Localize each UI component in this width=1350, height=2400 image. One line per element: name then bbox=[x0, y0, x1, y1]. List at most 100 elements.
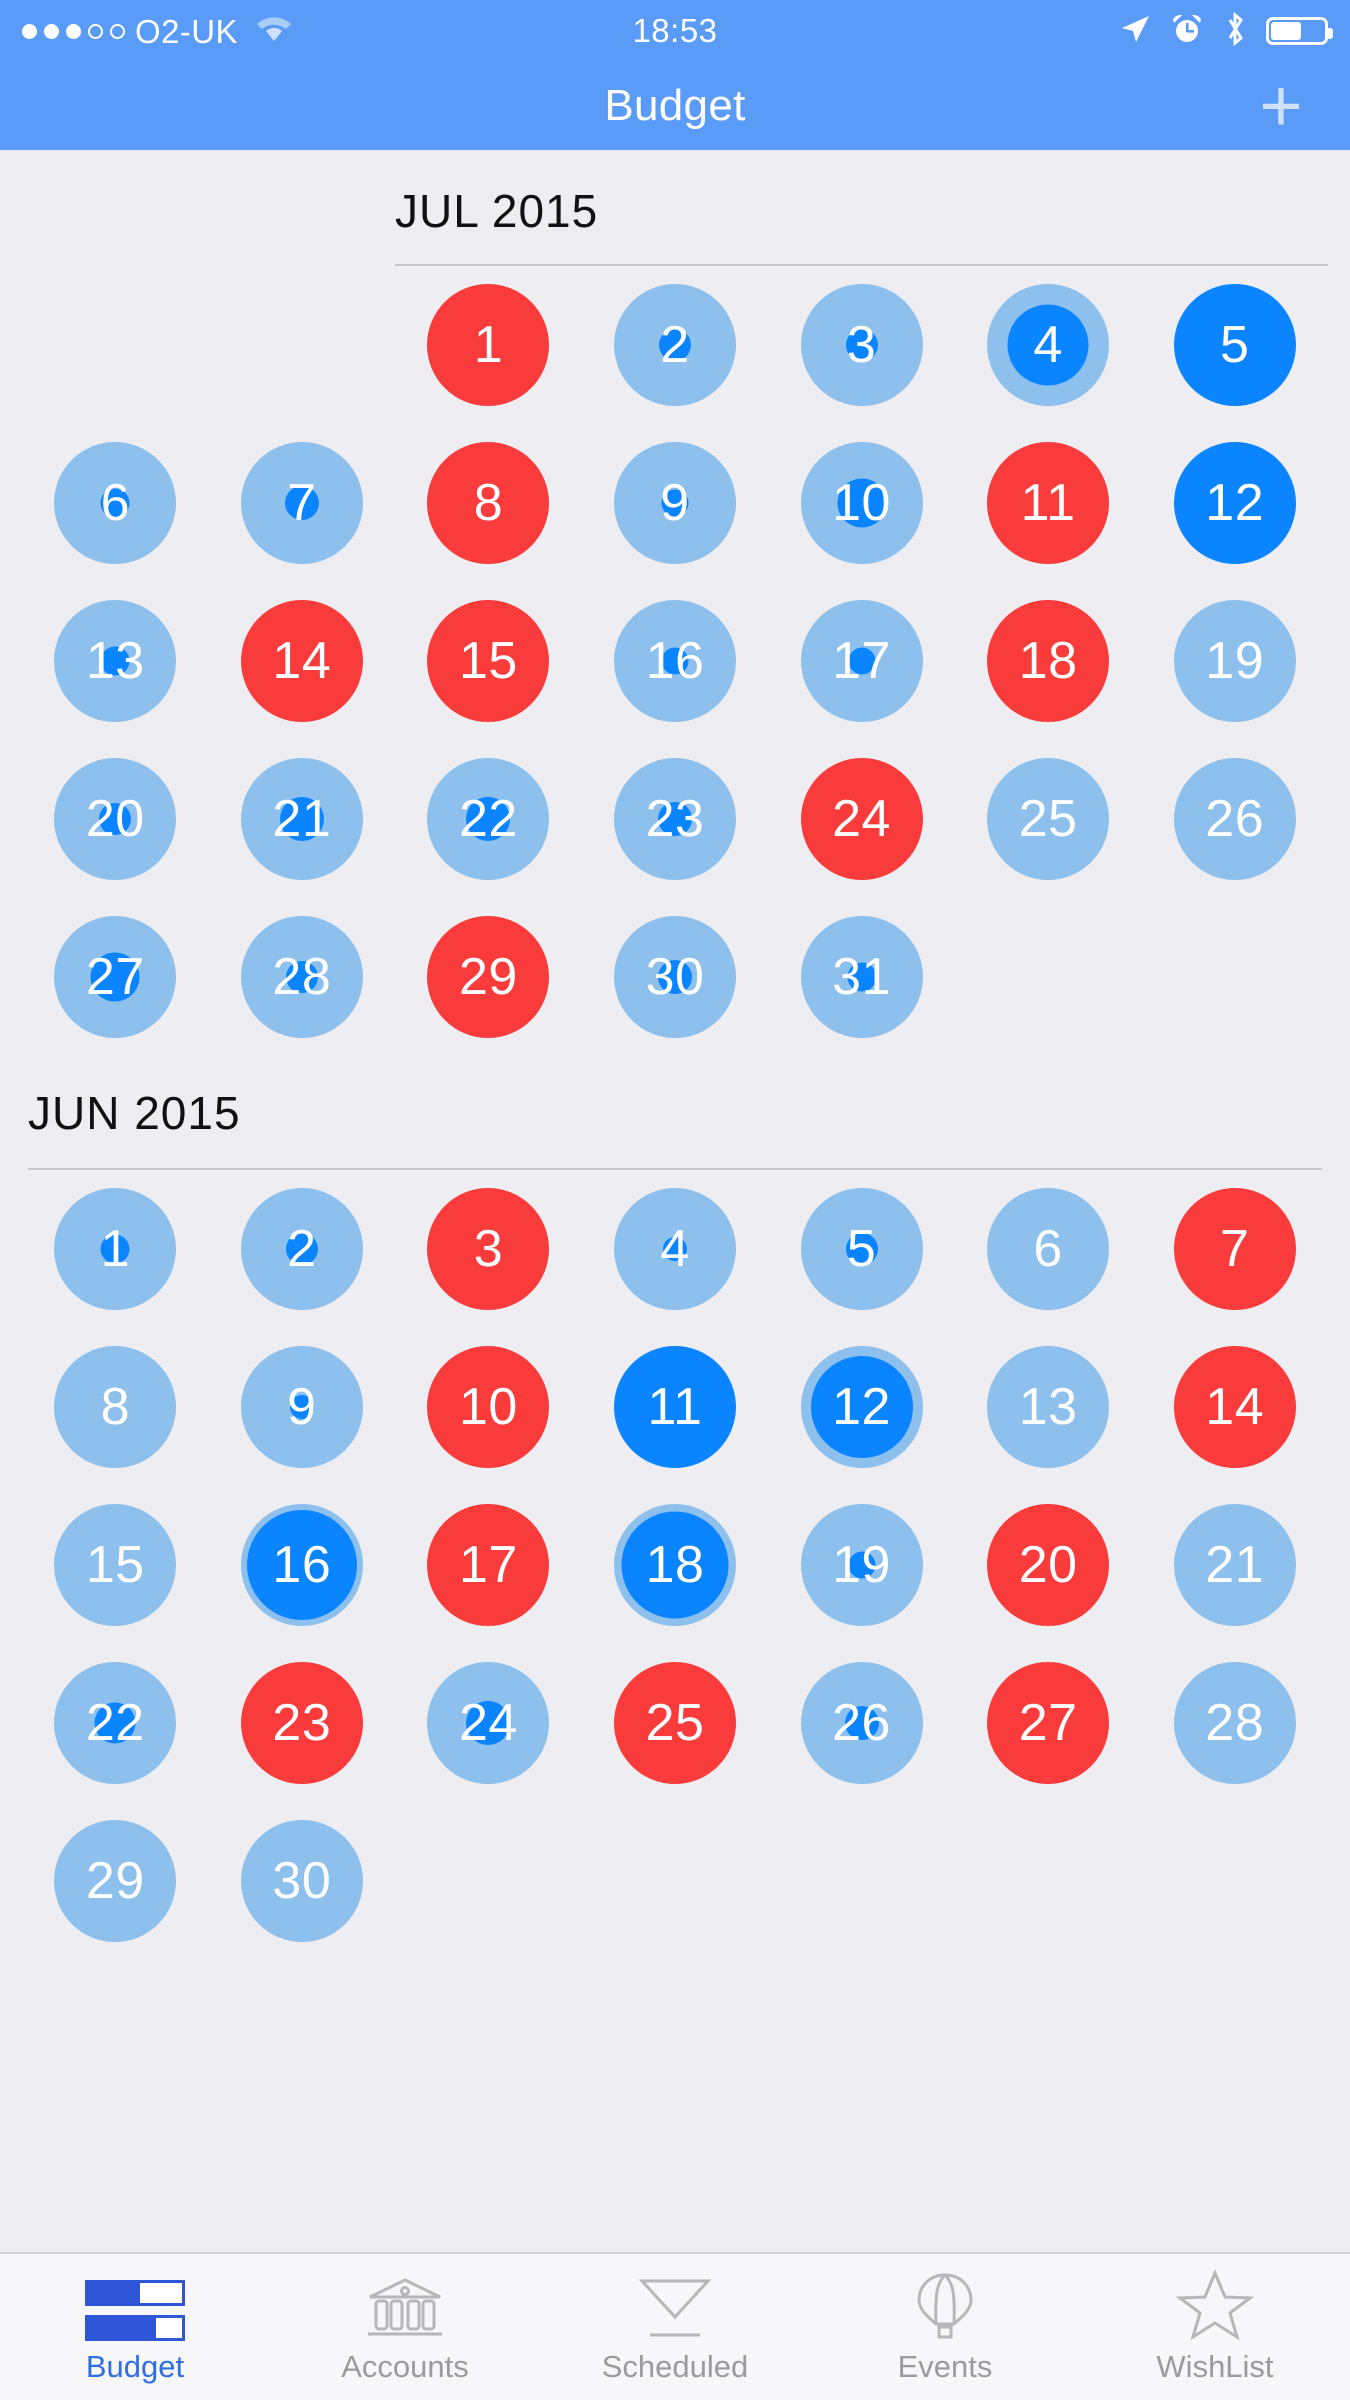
day-number: 5 bbox=[846, 1220, 877, 1278]
day-jun-9[interactable]: 9 bbox=[240, 1346, 363, 1468]
day-jun-2[interactable]: 2 bbox=[240, 1188, 363, 1310]
day-jul-22[interactable]: 22 bbox=[427, 758, 550, 880]
day-jul-13[interactable]: 13 bbox=[54, 600, 177, 722]
day-jun-24[interactable]: 24 bbox=[427, 1662, 550, 1784]
day-jul-8[interactable]: 8 bbox=[427, 442, 550, 564]
day-jun-28[interactable]: 28 bbox=[1173, 1662, 1296, 1784]
calendar-cell: 26 bbox=[768, 1644, 955, 1802]
day-jul-16[interactable]: 16 bbox=[613, 600, 736, 722]
day-jun-5[interactable]: 5 bbox=[800, 1188, 923, 1310]
calendar-cell: 1 bbox=[22, 1170, 209, 1328]
day-jul-9[interactable]: 9 bbox=[613, 442, 736, 564]
day-jun-26[interactable]: 26 bbox=[800, 1662, 923, 1784]
calendar-cell: 11 bbox=[955, 424, 1142, 582]
day-jul-4[interactable]: 4 bbox=[987, 284, 1110, 406]
day-number: 28 bbox=[272, 948, 332, 1006]
calendar-cell: 16 bbox=[209, 1486, 396, 1644]
calendar-cell: 18 bbox=[582, 1486, 769, 1644]
day-number: 7 bbox=[1219, 1220, 1250, 1278]
day-jul-28[interactable]: 28 bbox=[240, 916, 363, 1038]
day-jun-10[interactable]: 10 bbox=[427, 1346, 550, 1468]
tab-accounts-label: Accounts bbox=[341, 2348, 469, 2384]
day-jul-31[interactable]: 31 bbox=[800, 916, 923, 1038]
day-jun-1[interactable]: 1 bbox=[54, 1188, 177, 1310]
day-jun-12[interactable]: 12 bbox=[800, 1346, 923, 1468]
calendar-cell: 25 bbox=[582, 1644, 769, 1802]
calendar-cell: 2 bbox=[582, 266, 769, 424]
day-jun-20[interactable]: 20 bbox=[987, 1504, 1110, 1626]
alarm-clock-icon bbox=[1170, 12, 1204, 51]
tab-events-label: Events bbox=[897, 2348, 993, 2384]
day-jul-6[interactable]: 6 bbox=[54, 442, 177, 564]
navigation-bar: Budget + bbox=[0, 62, 1350, 150]
calendar-cell: 2 bbox=[209, 1170, 396, 1328]
star-icon bbox=[1176, 2268, 1254, 2341]
day-number: 27 bbox=[1018, 1694, 1078, 1752]
day-jun-15[interactable]: 15 bbox=[54, 1504, 177, 1626]
day-jul-23[interactable]: 23 bbox=[613, 758, 736, 880]
day-number: 9 bbox=[287, 1378, 317, 1436]
day-jul-19[interactable]: 19 bbox=[1173, 600, 1296, 722]
day-jul-12[interactable]: 12 bbox=[1173, 442, 1296, 564]
add-button[interactable]: + bbox=[1248, 69, 1314, 143]
day-jun-4[interactable]: 4 bbox=[613, 1188, 736, 1310]
day-jun-21[interactable]: 21 bbox=[1173, 1504, 1296, 1626]
tab-scheduled[interactable]: Scheduled bbox=[540, 2254, 810, 2400]
bank-icon bbox=[362, 2273, 448, 2341]
day-jun-14[interactable]: 14 bbox=[1173, 1346, 1296, 1468]
calendar-cell: 22 bbox=[22, 1644, 209, 1802]
tab-budget[interactable]: Budget bbox=[0, 2254, 270, 2400]
day-jul-17[interactable]: 17 bbox=[800, 600, 923, 722]
day-jul-18[interactable]: 18 bbox=[987, 600, 1110, 722]
day-jul-24[interactable]: 24 bbox=[800, 758, 923, 880]
day-jun-25[interactable]: 25 bbox=[613, 1662, 736, 1784]
day-number: 28 bbox=[1205, 1694, 1265, 1752]
day-jun-22[interactable]: 22 bbox=[54, 1662, 177, 1784]
day-jul-25[interactable]: 25 bbox=[987, 758, 1110, 880]
day-jun-30[interactable]: 30 bbox=[240, 1820, 363, 1942]
day-jun-16[interactable]: 16 bbox=[240, 1504, 363, 1626]
day-jul-1[interactable]: 1 bbox=[427, 284, 550, 406]
day-jul-15[interactable]: 15 bbox=[427, 600, 550, 722]
day-jun-6[interactable]: 6 bbox=[987, 1188, 1110, 1310]
calendar-scroll-area[interactable]: JUL 2015 1 2 3 4 5 6 7 8 9 10 11 12 13 14 15 16 17 18 19 20… bbox=[0, 150, 1350, 2252]
day-jul-11[interactable]: 11 bbox=[987, 442, 1110, 564]
day-jul-7[interactable]: 7 bbox=[240, 442, 363, 564]
day-number: 29 bbox=[459, 948, 518, 1006]
day-jun-13[interactable]: 13 bbox=[987, 1346, 1110, 1468]
day-jul-29[interactable]: 29 bbox=[427, 916, 550, 1038]
day-jul-2[interactable]: 2 bbox=[613, 284, 736, 406]
budget-bars-icon bbox=[85, 2273, 185, 2341]
day-jun-19[interactable]: 19 bbox=[800, 1504, 923, 1626]
calendar-cell: 25 bbox=[955, 740, 1142, 898]
month-section-jul: JUL 2015 1 2 3 4 5 6 7 8 9 10 11 12 13 14 15 16 17 18 19 20… bbox=[0, 150, 1350, 1056]
tab-wishlist[interactable]: WishList bbox=[1080, 2254, 1350, 2400]
tab-accounts[interactable]: Accounts bbox=[270, 2254, 540, 2400]
day-jun-23[interactable]: 23 bbox=[240, 1662, 363, 1784]
day-jun-27[interactable]: 27 bbox=[987, 1662, 1110, 1784]
day-jun-29[interactable]: 29 bbox=[54, 1820, 177, 1942]
day-jul-10[interactable]: 10 bbox=[800, 442, 923, 564]
battery-icon bbox=[1266, 17, 1333, 45]
day-jun-18[interactable]: 18 bbox=[613, 1504, 736, 1626]
calendar-cell: 20 bbox=[955, 1486, 1142, 1644]
day-jul-3[interactable]: 3 bbox=[800, 284, 923, 406]
day-number: 19 bbox=[1205, 632, 1265, 690]
day-jul-21[interactable]: 21 bbox=[240, 758, 363, 880]
day-jun-11[interactable]: 11 bbox=[613, 1346, 736, 1468]
tab-bar: Budget Accounts Scheduled Events WishLis… bbox=[0, 2252, 1350, 2400]
day-jun-8[interactable]: 8 bbox=[54, 1346, 177, 1468]
day-jul-20[interactable]: 20 bbox=[54, 758, 177, 880]
day-jul-14[interactable]: 14 bbox=[240, 600, 363, 722]
day-jul-26[interactable]: 26 bbox=[1173, 758, 1296, 880]
status-bar: O2-UK 18:53 bbox=[0, 0, 1350, 62]
day-jun-17[interactable]: 17 bbox=[427, 1504, 550, 1626]
day-jun-3[interactable]: 3 bbox=[427, 1188, 550, 1310]
calendar-cell: 5 bbox=[1141, 266, 1328, 424]
day-jul-27[interactable]: 27 bbox=[54, 916, 177, 1038]
tab-budget-label: Budget bbox=[85, 2348, 185, 2384]
day-jul-30[interactable]: 30 bbox=[613, 916, 736, 1038]
day-jun-7[interactable]: 7 bbox=[1173, 1188, 1296, 1310]
day-jul-5[interactable]: 5 bbox=[1173, 284, 1296, 406]
tab-events[interactable]: Events bbox=[810, 2254, 1080, 2400]
